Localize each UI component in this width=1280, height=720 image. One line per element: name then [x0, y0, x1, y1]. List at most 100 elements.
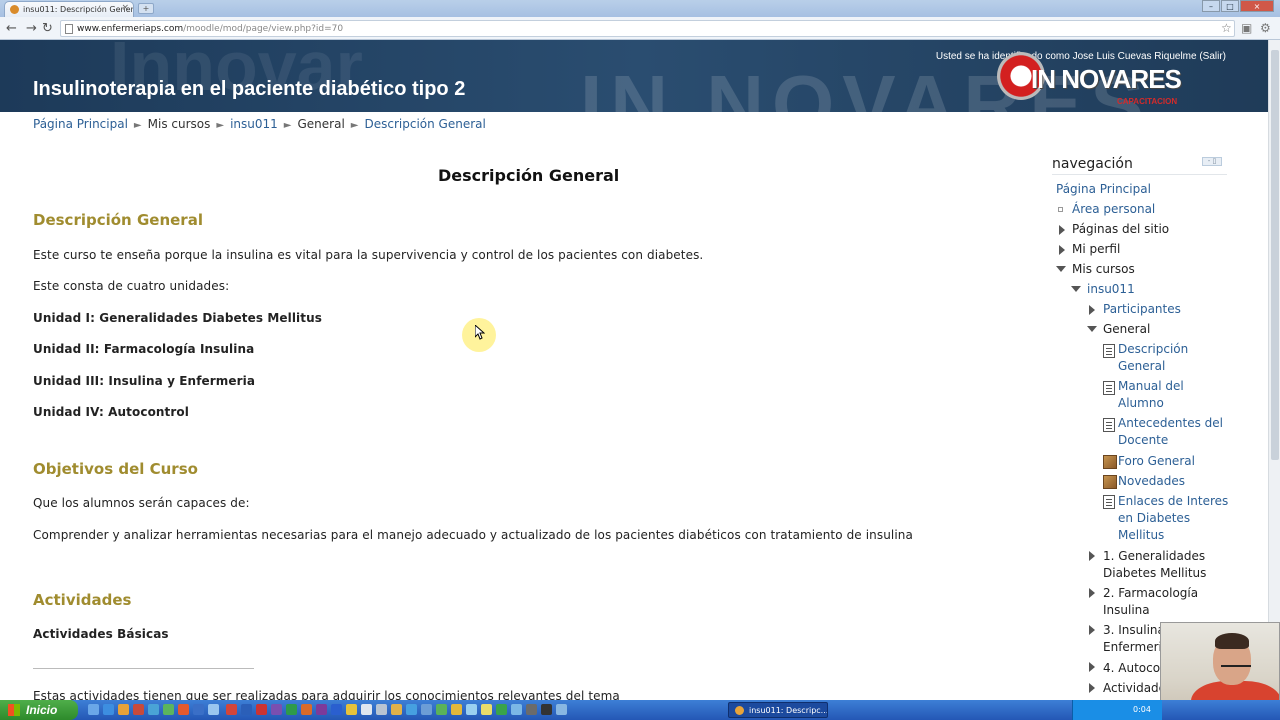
- back-arrow-icon[interactable]: ←: [6, 21, 17, 36]
- quicklaunch-icon[interactable]: [271, 704, 282, 715]
- page-resource-icon: [1103, 495, 1115, 509]
- unit-item: Unidad IV: Autocontrol: [33, 405, 189, 419]
- quicklaunch-icon[interactable]: [316, 704, 327, 715]
- quicklaunch-icon[interactable]: [256, 704, 267, 715]
- quicklaunch-icon[interactable]: [178, 704, 189, 715]
- expand-arrow-icon[interactable]: [1089, 625, 1095, 635]
- quicklaunch-icon[interactable]: [301, 704, 312, 715]
- expand-arrow-icon[interactable]: [1059, 245, 1065, 255]
- nav-item-line: Alumno: [1118, 396, 1164, 410]
- forward-arrow-icon[interactable]: →: [26, 21, 37, 36]
- url-path: /moodle/mod/page/view.php?id=70: [183, 24, 344, 34]
- quicklaunch-icon[interactable]: [331, 704, 342, 715]
- logo-subtitle: CAPACITACION: [1117, 97, 1178, 106]
- quicklaunch-icon[interactable]: [376, 704, 387, 715]
- nav-dashboard[interactable]: Área personal: [1072, 201, 1155, 218]
- quicklaunch-icon[interactable]: [511, 704, 522, 715]
- nav-my-courses[interactable]: Mis cursos: [1072, 261, 1135, 278]
- breadcrumb-separator: ►: [350, 120, 359, 131]
- quicklaunch-icon[interactable]: [466, 704, 477, 715]
- extension-icon[interactable]: ▣: [1241, 21, 1252, 35]
- nav-item-line: Enlaces de Interes: [1118, 494, 1229, 508]
- quicklaunch-icon[interactable]: [163, 704, 174, 715]
- reload-icon[interactable]: ↻: [42, 21, 53, 36]
- nav-descripcion-general[interactable]: Descripción General: [1118, 341, 1188, 375]
- nav-enlaces-interes[interactable]: Enlaces de Interes en Diabetes Mellitus: [1118, 493, 1228, 544]
- nav-antecedentes-docente[interactable]: Antecedentes del Docente: [1118, 415, 1223, 449]
- quicklaunch-icon[interactable]: [226, 704, 237, 715]
- expand-arrow-icon[interactable]: [1089, 662, 1095, 672]
- collapse-arrow-icon[interactable]: [1056, 266, 1066, 272]
- quicklaunch-icon[interactable]: [451, 704, 462, 715]
- units-intro: Este consta de cuatro unidades:: [33, 279, 230, 293]
- expand-arrow-icon[interactable]: [1089, 551, 1095, 561]
- clock[interactable]: 0:04: [1133, 705, 1151, 714]
- collapse-arrow-icon[interactable]: [1071, 286, 1081, 292]
- expand-arrow-icon[interactable]: [1059, 225, 1065, 235]
- nav-home[interactable]: Página Principal: [1056, 181, 1151, 198]
- quicklaunch-icon[interactable]: [481, 704, 492, 715]
- nav-novedades[interactable]: Novedades: [1118, 473, 1185, 490]
- favicon-icon: [10, 5, 19, 14]
- quicklaunch-icon[interactable]: [286, 704, 297, 715]
- quicklaunch-icon[interactable]: [133, 704, 144, 715]
- nav-item-line: General: [1118, 359, 1166, 373]
- section-heading: Actividades: [33, 591, 132, 609]
- nav-participants[interactable]: Participantes: [1103, 301, 1181, 318]
- nav-section-general[interactable]: General: [1103, 321, 1150, 338]
- quicklaunch-icon[interactable]: [118, 704, 129, 715]
- expand-arrow-icon[interactable]: [1089, 588, 1095, 598]
- quicklaunch-icon[interactable]: [148, 704, 159, 715]
- nav-manual-alumno[interactable]: Manual del Alumno: [1118, 378, 1184, 412]
- wrench-icon[interactable]: ⚙: [1260, 21, 1271, 35]
- expand-arrow-icon[interactable]: [1089, 683, 1095, 693]
- nav-foro-general[interactable]: Foro General: [1118, 453, 1195, 470]
- quicklaunch-icon[interactable]: [496, 704, 507, 715]
- quicklaunch-icon[interactable]: [421, 704, 432, 715]
- nav-section-1[interactable]: 1. Generalidades Diabetes Mellitus: [1103, 548, 1206, 582]
- quicklaunch-icon[interactable]: [391, 704, 402, 715]
- nav-section-2[interactable]: 2. Farmacología Insulina: [1103, 585, 1198, 619]
- nav-course[interactable]: insu011: [1087, 281, 1135, 298]
- course-title: Insulinoterapia en el paciente diabético…: [33, 78, 466, 100]
- breadcrumb-current[interactable]: Descripción General: [364, 117, 485, 131]
- breadcrumb-home[interactable]: Página Principal: [33, 117, 128, 131]
- quicklaunch-icon[interactable]: [208, 704, 219, 715]
- quicklaunch-icon[interactable]: [103, 704, 114, 715]
- quicklaunch-icon[interactable]: [541, 704, 552, 715]
- url-host: www.enfermeriaps.com: [77, 24, 184, 34]
- nav-my-profile[interactable]: Mi perfil: [1072, 241, 1120, 258]
- minimize-icon[interactable]: –: [1202, 0, 1220, 12]
- taskbar-window-item[interactable]: insu011: Descripc...: [728, 702, 828, 718]
- forum-icon: [1103, 455, 1117, 469]
- scrollbar-thumb[interactable]: [1271, 50, 1279, 460]
- quicklaunch-icon[interactable]: [406, 704, 417, 715]
- quicklaunch-icon[interactable]: [556, 704, 567, 715]
- close-tab-icon[interactable]: ×: [121, 3, 129, 13]
- breadcrumb-section: General: [297, 117, 345, 131]
- window-close-icon[interactable]: ×: [1240, 0, 1274, 12]
- address-bar[interactable]: www.enfermeriaps.com/moodle/mod/page/vie…: [60, 20, 1235, 37]
- nav-item-line: Manual del: [1118, 379, 1184, 393]
- quicklaunch-icon[interactable]: [436, 704, 447, 715]
- nav-item-line: Docente: [1118, 433, 1169, 447]
- bookmark-star-icon[interactable]: ☆: [1221, 21, 1232, 35]
- maximize-icon[interactable]: □: [1221, 0, 1239, 12]
- quicklaunch-icon[interactable]: [361, 704, 372, 715]
- block-collapse-icon[interactable]: - ▯: [1202, 157, 1222, 166]
- quicklaunch-icon[interactable]: [346, 704, 357, 715]
- browser-tab[interactable]: insu011: Descripción General ×: [4, 1, 134, 17]
- expand-arrow-icon[interactable]: [1089, 305, 1095, 315]
- page-resource-icon: [1103, 418, 1115, 432]
- start-button[interactable]: Inicio: [0, 700, 78, 720]
- nav-site-pages[interactable]: Páginas del sitio: [1072, 221, 1169, 238]
- quicklaunch-icon[interactable]: [193, 704, 204, 715]
- collapse-arrow-icon[interactable]: [1087, 326, 1097, 332]
- page-scrollbar[interactable]: [1268, 40, 1280, 700]
- quicklaunch-icon[interactable]: [241, 704, 252, 715]
- quicklaunch-icon[interactable]: [526, 704, 537, 715]
- breadcrumb-course[interactable]: insu011: [230, 117, 278, 131]
- quicklaunch-icon[interactable]: [88, 704, 99, 715]
- new-tab-button[interactable]: +: [138, 3, 154, 14]
- intro-paragraph: Este curso te enseña porque la insulina …: [33, 248, 704, 262]
